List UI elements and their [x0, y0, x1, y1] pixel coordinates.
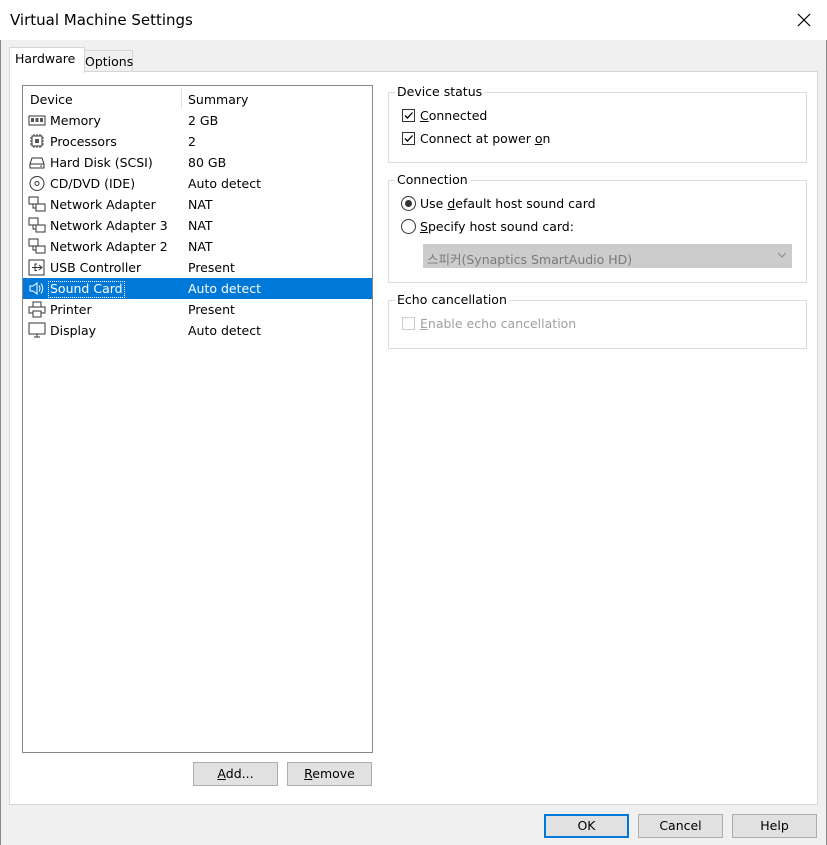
device-summary: Auto detect: [188, 323, 261, 338]
device-name: Network Adapter 3: [50, 218, 168, 233]
device-status-group: Device status: [388, 84, 807, 163]
device-name: Processors: [50, 134, 117, 149]
device-list-header: Device Summary: [23, 86, 372, 111]
device-summary: 2: [188, 134, 196, 149]
checkbox-box: [402, 132, 415, 145]
device-row-printer[interactable]: Printer Present: [23, 299, 372, 320]
window-border-left: [0, 0, 1, 845]
add-accelerator: A: [217, 766, 226, 781]
device-row-network-adapter[interactable]: Network Adapter NAT: [23, 194, 372, 215]
device-row-usb-controller[interactable]: USB Controller Present: [23, 257, 372, 278]
cancel-button[interactable]: Cancel: [638, 814, 723, 838]
network-adapter-icon: [28, 217, 46, 233]
device-row-network-adapter-2[interactable]: Network Adapter 2 NAT: [23, 236, 372, 257]
connect-at-power-on-checkbox[interactable]: Connect at power on: [402, 131, 550, 146]
device-summary: NAT: [188, 197, 213, 212]
title-bar: Virtual Machine Settings: [0, 0, 827, 40]
device-name: Memory: [50, 113, 101, 128]
remove-button[interactable]: Remove: [287, 762, 372, 786]
device-summary: Present: [188, 302, 235, 317]
summary-column-header[interactable]: Summary: [188, 92, 248, 107]
window-title: Virtual Machine Settings: [10, 11, 193, 29]
network-adapter-icon: [28, 238, 46, 254]
specify-host-sound-card-radio[interactable]: Specify host sound card:: [401, 219, 574, 234]
device-row-display[interactable]: Display Auto detect: [23, 320, 372, 341]
help-button[interactable]: Help: [732, 814, 817, 838]
device-name: USB Controller: [50, 260, 142, 275]
device-name: Display: [50, 323, 97, 338]
device-summary: NAT: [188, 239, 213, 254]
device-summary: Present: [188, 260, 235, 275]
device-row-processors[interactable]: Processors 2: [23, 131, 372, 152]
network-adapter-icon: [28, 196, 46, 212]
tab-hardware[interactable]: Hardware: [9, 47, 85, 73]
radio-selected-indicator: [401, 196, 416, 211]
echo-cancellation-legend: Echo cancellation: [395, 292, 509, 307]
connected-checkbox[interactable]: Connected: [402, 108, 487, 123]
device-name: Network Adapter 2: [50, 239, 168, 254]
add-button[interactable]: Add...: [193, 762, 278, 786]
device-summary: Auto detect: [188, 281, 261, 296]
checkbox-box: [402, 109, 415, 122]
checkbox-label: Connect at power on: [420, 131, 551, 146]
device-name: Sound Card: [48, 281, 125, 298]
usb-icon: [28, 259, 45, 276]
enable-echo-cancellation-checkbox[interactable]: Enable echo cancellation: [402, 316, 576, 331]
device-name: Printer: [50, 302, 92, 317]
radio-indicator: [401, 219, 416, 234]
device-row-sound-card[interactable]: Sound Card Auto detect: [23, 278, 372, 299]
selected-sound-card: 스피커(Synaptics SmartAudio HD): [427, 252, 633, 267]
device-name: Network Adapter: [50, 197, 156, 212]
device-summary: 80 GB: [188, 155, 227, 170]
cd-dvd-icon: [29, 176, 45, 191]
device-row-hard-disk[interactable]: Hard Disk (SCSI) 80 GB: [23, 152, 372, 173]
device-list[interactable]: Device Summary Memory 2 GB Processors 2 …: [22, 85, 373, 753]
device-summary: Auto detect: [188, 176, 261, 191]
device-row-memory[interactable]: Memory 2 GB: [23, 110, 372, 131]
memory-icon: [28, 115, 46, 126]
printer-icon: [28, 301, 46, 318]
monitor-icon: [28, 322, 46, 338]
device-name: CD/DVD (IDE): [50, 176, 136, 191]
device-column-header[interactable]: Device: [30, 92, 73, 107]
add-label-post: dd...: [225, 766, 254, 781]
device-row-network-adapter-3[interactable]: Network Adapter 3 NAT: [23, 215, 372, 236]
radio-label: Specify host sound card:: [420, 219, 574, 234]
remove-label-post: emove: [312, 766, 355, 781]
chevron-down-icon: [777, 252, 787, 258]
device-summary: NAT: [188, 218, 213, 233]
device-summary: 2 GB: [188, 113, 219, 128]
checkbox-label: Connected: [420, 108, 488, 123]
ok-button[interactable]: OK: [544, 814, 629, 838]
check-icon: [404, 135, 413, 142]
hard-disk-icon: [29, 157, 45, 169]
radio-label: Use default host sound card: [420, 196, 596, 211]
device-status-legend: Device status: [395, 84, 485, 99]
checkbox-label: Enable echo cancellation: [420, 316, 577, 331]
close-icon: [797, 13, 811, 27]
close-button[interactable]: [781, 0, 827, 40]
host-sound-card-select[interactable]: 스피커(Synaptics SmartAudio HD): [423, 244, 792, 268]
device-row-cd-dvd[interactable]: CD/DVD (IDE) Auto detect: [23, 173, 372, 194]
connection-legend: Connection: [395, 172, 470, 187]
checkbox-box: [402, 317, 415, 330]
tab-options[interactable]: Options: [79, 50, 133, 73]
processor-icon: [30, 134, 44, 148]
device-name: Hard Disk (SCSI): [50, 155, 153, 170]
speaker-icon: [29, 282, 44, 295]
column-separator[interactable]: [181, 87, 182, 109]
use-default-sound-card-radio[interactable]: Use default host sound card: [401, 196, 596, 211]
check-icon: [404, 112, 413, 119]
